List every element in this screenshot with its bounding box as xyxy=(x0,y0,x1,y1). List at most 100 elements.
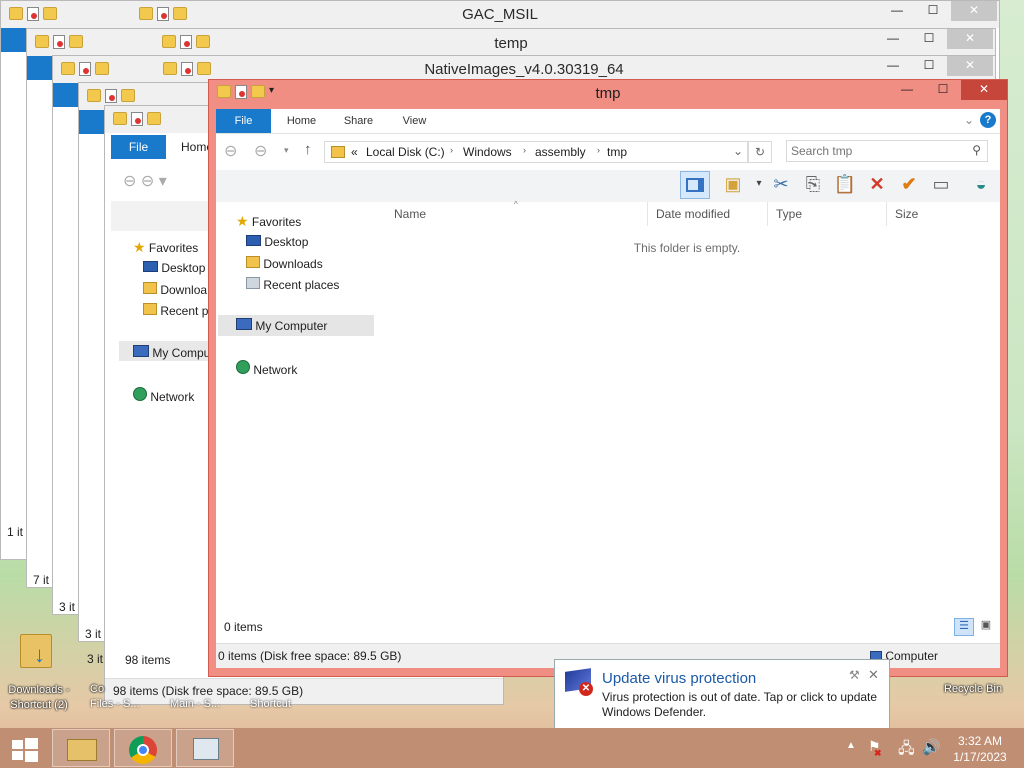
quick-access-toolbar xyxy=(87,89,135,105)
file-tab[interactable]: File xyxy=(111,135,166,159)
tab-view[interactable]: View xyxy=(392,109,437,133)
star-icon: ★ xyxy=(133,239,146,255)
status-text: 7 it xyxy=(33,573,50,587)
cut-icon[interactable]: ✂ xyxy=(768,171,794,197)
status-bar: 98 items (Disk free space: 89.5 GB) xyxy=(113,684,304,698)
shell-icon[interactable]: ◒ xyxy=(968,171,994,197)
taskbar-explorer-button[interactable] xyxy=(52,729,110,767)
download-arrow-icon: ↓ xyxy=(34,642,45,667)
back-icon[interactable]: ⊖ ⊖ ▾ xyxy=(123,171,167,191)
nav-desktop[interactable]: Desktop xyxy=(246,235,308,249)
status-text: 3 it xyxy=(87,652,104,666)
nav-downloads[interactable]: Downloa xyxy=(143,282,207,297)
search-box[interactable]: ⚲ xyxy=(786,140,988,162)
column-size[interactable]: Size xyxy=(886,202,966,226)
ribbon-expand-icon[interactable]: ⌄ xyxy=(964,113,974,127)
desktop-icon-label[interactable]: Files - S... xyxy=(90,698,140,710)
up-button[interactable]: ↑ xyxy=(304,141,312,158)
details-view-icon[interactable]: ☰ xyxy=(954,618,974,636)
sort-up-icon: ^ xyxy=(514,200,518,209)
window-controls[interactable]: — ☐ ✕ xyxy=(889,80,1007,100)
tab-file[interactable]: File xyxy=(216,109,271,133)
breadcrumb-overflow[interactable]: « xyxy=(351,145,358,159)
recycle-bin-label[interactable]: Recycle Bin xyxy=(944,683,1002,695)
back-button[interactable]: ⊖ xyxy=(224,141,237,161)
large-icons-view-icon[interactable]: ▣ xyxy=(976,618,996,636)
nav-mycomputer[interactable]: My Computer xyxy=(236,318,327,333)
tab-share[interactable]: Share xyxy=(336,109,381,133)
desktop-icon-label[interactable]: Shortcut xyxy=(250,698,291,710)
show-hidden-icons-icon[interactable]: ▲ xyxy=(846,740,856,751)
search-input[interactable] xyxy=(791,143,961,159)
help-icon[interactable]: ? xyxy=(980,112,996,128)
taskbar-app-button[interactable] xyxy=(176,729,234,767)
refresh-button[interactable]: ↻ xyxy=(748,141,772,163)
nav-mycomputer[interactable]: My Compu xyxy=(133,345,210,360)
nav-favorites[interactable]: ★ Favorites xyxy=(133,239,198,256)
breadcrumb-separator-icon[interactable]: › xyxy=(450,145,453,155)
computer-icon xyxy=(133,345,149,357)
nav-desktop[interactable]: Desktop xyxy=(143,261,205,275)
address-bar[interactable]: « Local Disk (C:) › Windows › assembly ›… xyxy=(324,141,748,163)
status-text: 3 it xyxy=(59,600,76,614)
breadcrumb-separator-icon[interactable]: › xyxy=(523,145,526,155)
preview-pane-icon[interactable] xyxy=(680,171,710,199)
folder-options-icon[interactable]: ▣ xyxy=(720,171,746,197)
status-text: 1 it xyxy=(7,525,24,539)
column-date-modified[interactable]: Date modified xyxy=(647,202,730,226)
forward-button[interactable]: ⊖ xyxy=(254,141,267,161)
status-count: 98 items xyxy=(125,653,171,667)
column-type[interactable]: Type xyxy=(767,202,802,226)
folder-icon xyxy=(331,146,345,158)
delete-icon[interactable]: ✕ xyxy=(864,171,890,197)
close-button[interactable]: ✕ xyxy=(961,80,1007,100)
explorer-window-tmp[interactable]: ▾ tmp — ☐ ✕ File Home Share View ⌄ ? ⊖ ⊖… xyxy=(208,79,1008,677)
column-header-row: ^ Name Date modified Type Size xyxy=(374,200,1000,226)
tray-clock[interactable]: 3:32 AM 1/17/2023 xyxy=(950,733,1010,765)
paste-icon[interactable]: 📋 xyxy=(832,171,858,197)
nav-recent[interactable]: Recent p xyxy=(143,303,208,318)
window-controls[interactable]: — ☐ ✕ xyxy=(875,29,993,49)
breadcrumb-item[interactable]: assembly xyxy=(535,145,586,159)
navigation-pane xyxy=(216,202,374,668)
volume-icon[interactable]: 🔊 xyxy=(922,738,941,756)
desktop-icon-label[interactable]: Co xyxy=(90,683,104,695)
tab-home[interactable]: Home xyxy=(279,109,324,133)
downloads-shortcut-icon[interactable]: ↓ xyxy=(16,630,56,678)
downloads-folder-icon xyxy=(143,282,157,294)
performance-monitor-icon xyxy=(193,738,219,760)
breadcrumb-item[interactable]: Local Disk (C:) xyxy=(366,145,445,159)
checkmark-icon[interactable]: ✔ xyxy=(896,171,922,197)
nav-favorites[interactable]: ★ Favorites xyxy=(236,213,301,230)
nav-network[interactable]: Network xyxy=(133,387,194,404)
desktop-icon-label[interactable]: Downloads - Shortcut (2) xyxy=(4,683,74,713)
rename-icon[interactable]: ▭ xyxy=(928,171,954,197)
breadcrumb-item[interactable]: Windows xyxy=(463,145,512,159)
nav-recent-places[interactable]: Recent places xyxy=(246,277,339,292)
copy-icon[interactable]: ⎘ xyxy=(800,171,826,197)
window-controls[interactable]: — ☐ ✕ xyxy=(875,56,993,76)
toast-message: Virus protection is out of date. Tap or … xyxy=(602,690,878,719)
window-title: NativeImages_v4.0.30319_64 xyxy=(424,61,624,78)
maximize-button[interactable]: ☐ xyxy=(925,80,961,100)
column-name[interactable]: Name xyxy=(394,202,426,226)
quick-access-toolbar xyxy=(113,112,161,128)
network-icon xyxy=(133,387,147,401)
network-tray-icon[interactable]: 🖧 xyxy=(898,738,915,763)
address-dropdown-icon[interactable]: ⌄ xyxy=(733,144,743,158)
close-icon[interactable]: ✕ xyxy=(868,667,879,683)
settings-wrench-icon[interactable]: ⚒ xyxy=(849,668,860,682)
breadcrumb-separator-icon[interactable]: › xyxy=(597,145,600,155)
taskbar-chrome-button[interactable] xyxy=(114,729,172,767)
status-items: 0 items xyxy=(224,620,263,634)
recent-locations-icon[interactable]: ▾ xyxy=(284,145,289,156)
nav-downloads[interactable]: Downloads xyxy=(246,256,323,271)
minimize-button[interactable]: — xyxy=(889,80,925,100)
clock-time: 3:32 AM xyxy=(957,734,1003,748)
breadcrumb-item[interactable]: tmp xyxy=(607,145,627,159)
window-controls[interactable]: — ☐ ✕ xyxy=(879,1,997,21)
windows-start-icon[interactable] xyxy=(12,738,38,762)
nav-network[interactable]: Network xyxy=(236,360,297,377)
defender-notification[interactable]: ✕ Update virus protection Virus protecti… xyxy=(554,659,890,729)
desktop-icon-label[interactable]: Main - S... xyxy=(170,698,220,710)
